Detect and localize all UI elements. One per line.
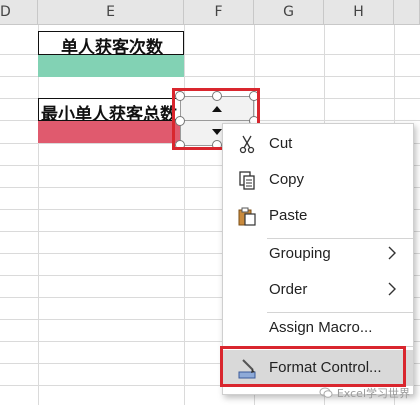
menu-item-label: Cut [269,135,293,152]
menu-item-copy[interactable]: Copy [223,162,413,198]
cell-e2[interactable]: 单人获客次数 [38,31,184,58]
menu-item-assign-macro[interactable]: Assign Macro... [223,310,413,346]
green-fill-cell[interactable] [38,55,184,77]
wechat-icon [319,387,333,398]
cell-e5[interactable]: 最小单人获客总数 [38,98,184,125]
watermark: Excel学习世界 [319,385,410,401]
spreadsheet: D E F G H 单人获客次数 最小单人获客总数 Cut Copy Paste… [0,0,420,405]
menu-item-grouping[interactable]: Grouping [223,236,413,272]
chevron-right-icon [387,244,397,262]
menu-item-label: Copy [269,171,305,188]
menu-item-label: Grouping [269,245,331,262]
copy-icon [237,170,257,190]
menu-item-order[interactable]: Order [223,272,413,308]
column-header-e[interactable]: E [38,0,184,25]
menu-item-cut[interactable]: Cut [223,126,413,162]
column-header-h[interactable]: H [324,0,394,25]
menu-item-label: Order [269,281,308,298]
column-header-g[interactable]: G [254,0,324,25]
grid-line [184,25,185,405]
scissors-icon [237,134,257,154]
grid-line [38,25,39,405]
menu-item-label: Assign Macro... [269,319,373,336]
column-header-f[interactable]: F [184,0,254,25]
chevron-right-icon [387,280,397,298]
column-header-extra [394,0,420,25]
paste-icon [237,206,257,226]
watermark-text: Excel学习世界 [336,387,410,400]
highlight-box-format-control [220,346,406,387]
menu-item-paste[interactable]: Paste [223,198,413,234]
column-header-d[interactable]: D [0,0,38,25]
menu-item-label: Paste [269,207,308,224]
red-fill-cell[interactable] [38,121,184,143]
